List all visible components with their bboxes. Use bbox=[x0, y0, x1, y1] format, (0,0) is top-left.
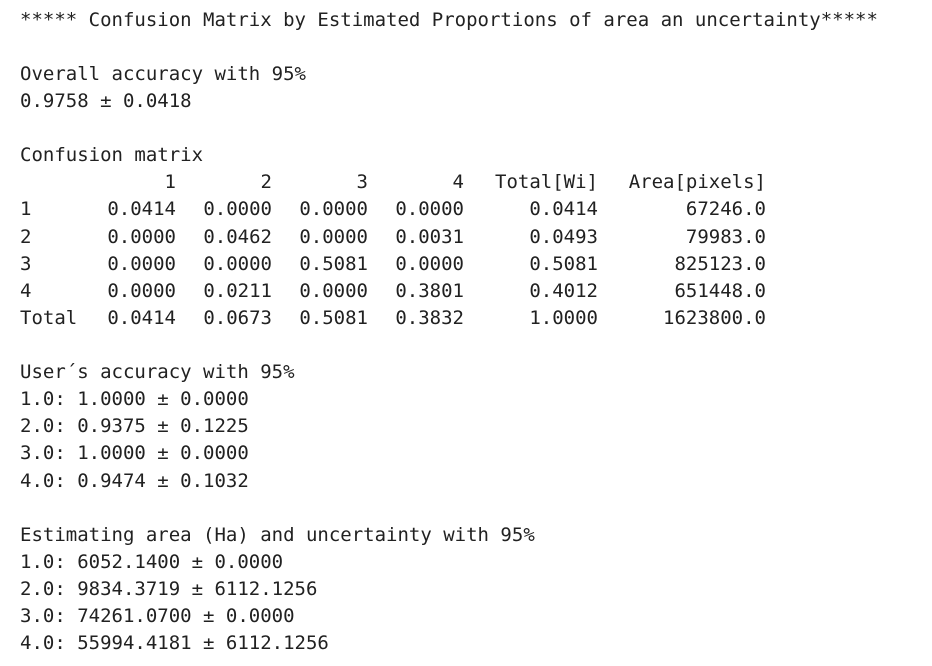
row-label: 1 bbox=[20, 198, 32, 220]
matrix-cell: 1623800.0 bbox=[663, 307, 766, 329]
area-estimate-line: 1.0: 6052.1400 ± 0.0000 bbox=[20, 551, 284, 573]
matrix-cell: 0.0414 bbox=[107, 198, 176, 220]
column-header: Total[Wi] bbox=[495, 171, 598, 193]
matrix-cell: 825123.0 bbox=[674, 253, 766, 275]
matrix-cell: 0.0000 bbox=[299, 280, 368, 302]
area-estimate-line: 2.0: 9834.3719 ± 6112.1256 bbox=[20, 578, 318, 600]
users-accuracy-heading: User´s accuracy with 95% bbox=[20, 361, 295, 383]
matrix-cell: 0.3832 bbox=[395, 307, 464, 329]
row-label: 3 bbox=[20, 253, 32, 275]
matrix-cell: 0.4012 bbox=[529, 280, 598, 302]
matrix-cell: 0.0000 bbox=[299, 198, 368, 220]
matrix-cell: 0.0414 bbox=[107, 307, 176, 329]
matrix-cell: 0.0031 bbox=[395, 226, 464, 248]
users-accuracy-line: 2.0: 0.9375 ± 0.1225 bbox=[20, 415, 249, 437]
matrix-cell: 0.0462 bbox=[203, 226, 272, 248]
area-estimate-line: 3.0: 74261.0700 ± 0.0000 bbox=[20, 605, 295, 627]
matrix-cell: 0.0414 bbox=[529, 198, 598, 220]
matrix-cell: 0.0000 bbox=[203, 198, 272, 220]
matrix-cell: 0.0673 bbox=[203, 307, 272, 329]
matrix-cell: 0.0000 bbox=[395, 198, 464, 220]
column-header: Area[pixels] bbox=[628, 171, 766, 193]
overall-accuracy-heading: Overall accuracy with 95% bbox=[20, 63, 306, 85]
overall-accuracy-value: 0.9758 ± 0.0418 bbox=[20, 90, 192, 112]
console-output: ***** Confusion Matrix by Estimated Prop… bbox=[0, 0, 932, 666]
matrix-cell: 0.5081 bbox=[529, 253, 598, 275]
matrix-cell: 0.0000 bbox=[107, 253, 176, 275]
row-label: Total bbox=[20, 307, 78, 329]
matrix-cell: 0.0493 bbox=[529, 226, 598, 248]
matrix-cell: 0.0000 bbox=[299, 226, 368, 248]
matrix-cell: 0.0000 bbox=[107, 280, 176, 302]
area-estimate-heading: Estimating area (Ha) and uncertainty wit… bbox=[20, 524, 535, 546]
matrix-cell: 0.0000 bbox=[107, 226, 176, 248]
confusion-matrix-heading: Confusion matrix bbox=[20, 144, 204, 166]
column-header: 1 bbox=[164, 171, 176, 193]
matrix-cell: 67246.0 bbox=[685, 198, 766, 220]
row-label: 4 bbox=[20, 280, 32, 302]
matrix-cell: 1.0000 bbox=[529, 307, 598, 329]
matrix-cell: 0.0000 bbox=[395, 253, 464, 275]
column-header: 2 bbox=[260, 171, 272, 193]
matrix-cell: 0.0000 bbox=[203, 253, 272, 275]
column-header: 3 bbox=[356, 171, 368, 193]
matrix-cell: 79983.0 bbox=[685, 226, 766, 248]
matrix-cell: 0.3801 bbox=[395, 280, 464, 302]
matrix-cell: 0.0211 bbox=[203, 280, 272, 302]
users-accuracy-line: 4.0: 0.9474 ± 0.1032 bbox=[20, 470, 249, 492]
column-header: 4 bbox=[452, 171, 464, 193]
matrix-cell: 651448.0 bbox=[674, 280, 766, 302]
matrix-cell: 0.5081 bbox=[299, 307, 368, 329]
users-accuracy-line: 3.0: 1.0000 ± 0.0000 bbox=[20, 442, 249, 464]
report-title: ***** Confusion Matrix by Estimated Prop… bbox=[20, 9, 878, 31]
users-accuracy-line: 1.0: 1.0000 ± 0.0000 bbox=[20, 388, 249, 410]
area-estimate-line: 4.0: 55994.4181 ± 6112.1256 bbox=[20, 632, 329, 654]
matrix-cell: 0.5081 bbox=[299, 253, 368, 275]
row-label: 2 bbox=[20, 226, 32, 248]
